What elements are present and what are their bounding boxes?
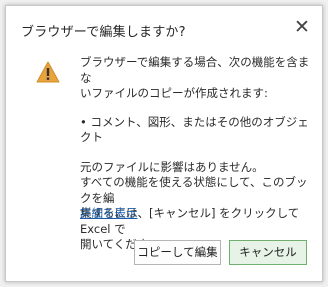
dialog-message: ブラウザーで編集する場合、次の機能を含まな いファイルのコピーが作成されます: … (80, 55, 316, 266)
edit-in-browser-dialog: ブラウザーで編集しますか? ✕ ブラウザーで編集する場合、次の機能を含まな いフ… (5, 5, 323, 282)
dialog-title: ブラウザーで編集しますか? (21, 25, 186, 40)
show-details-link[interactable]: 詳細を表示 (80, 205, 138, 221)
info-line: 元のファイルに影響はありません。 (80, 159, 264, 174)
bullet-item: • コメント、図形、またはその他のオブジェクト (80, 114, 309, 145)
close-icon[interactable]: ✕ (292, 17, 312, 37)
warning-triangle-icon (36, 61, 60, 83)
message-line: ブラウザーで編集する場合、次の機能を含まな (80, 55, 310, 85)
copy-and-edit-button[interactable]: コピーして編集 (134, 240, 221, 265)
info-line: すべての機能を使える状態にして、このブックを編 (80, 175, 308, 205)
cancel-button[interactable]: キャンセル (229, 240, 307, 265)
message-line: いファイルのコピーが作成されます: (80, 86, 268, 100)
message-paragraph: ブラウザーで編集する場合、次の機能を含まな いファイルのコピーが作成されます: (80, 55, 316, 102)
